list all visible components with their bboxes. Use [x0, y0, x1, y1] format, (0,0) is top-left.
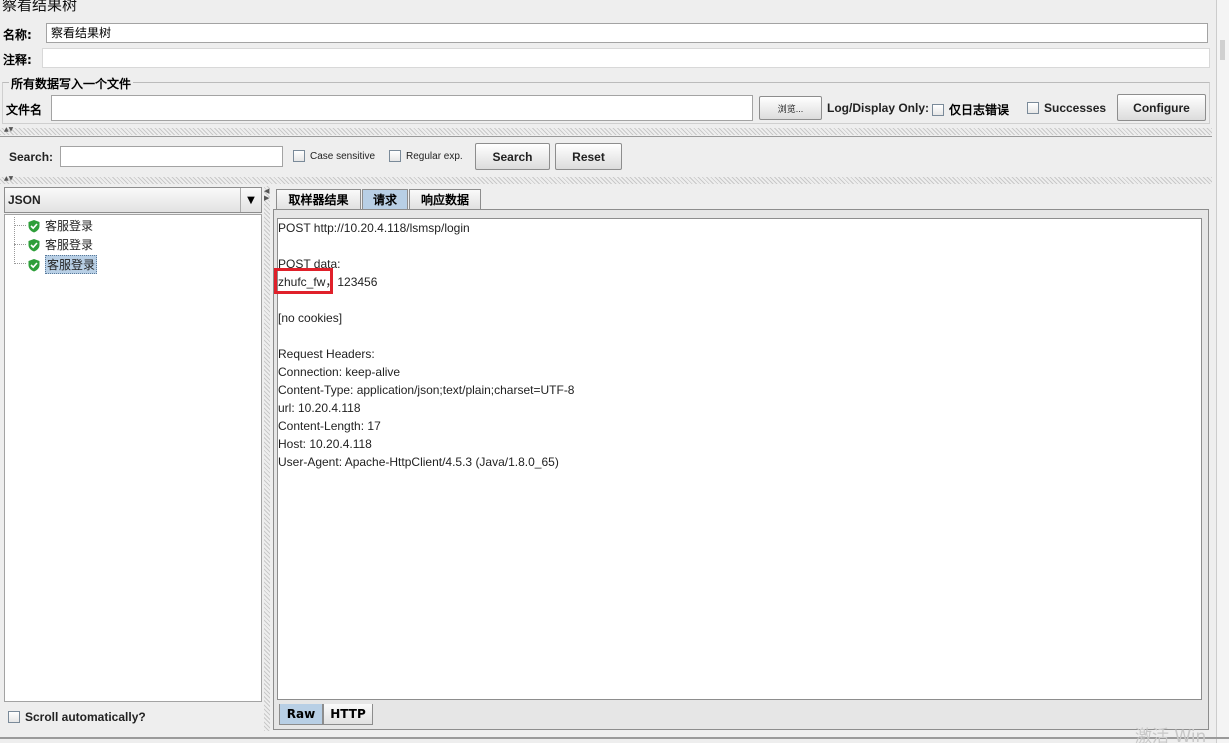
splitter-arrows-icon-3[interactable]: ◀ ▶ — [264, 188, 269, 202]
errors-checkbox[interactable]: 仅日志错误 — [932, 101, 1009, 118]
regex-checkbox[interactable]: Regular exp. — [389, 150, 463, 162]
configure-button[interactable]: Configure — [1117, 94, 1206, 121]
middle-splitter[interactable] — [0, 177, 1212, 184]
request-text-area[interactable]: POST http://10.20.4.118/lsmsp/login POST … — [274, 218, 1202, 700]
browse-button[interactable]: 浏览... — [759, 96, 822, 120]
request-line: Content-Type: application/json;text/plai… — [278, 383, 575, 397]
success-shield-icon — [28, 219, 40, 232]
splitter-arrows-icon-2[interactable]: ▲▼ — [4, 176, 13, 182]
file-section-legend: 所有数据写入一个文件 — [9, 75, 134, 92]
tree-item-label: 客服登录 — [45, 219, 94, 233]
tab-sampler-result[interactable]: 取样器结果 — [276, 189, 361, 209]
tab-response-data[interactable]: 响应数据 — [409, 189, 481, 209]
request-line: [no cookies] — [278, 311, 343, 325]
scroll-auto-checkbox[interactable]: Scroll automatically? — [8, 710, 146, 724]
scrollbar[interactable] — [1216, 0, 1229, 743]
tree-item-selected[interactable]: 客服登录 — [27, 255, 98, 274]
bottom-border — [0, 737, 1229, 739]
tree-item[interactable]: 客服登录 — [27, 236, 93, 253]
tree-item[interactable]: 客服登录 — [27, 217, 93, 234]
renderer-select[interactable]: JSON ▼ — [4, 187, 262, 213]
successes-checkbox-label: Successes — [1044, 101, 1107, 115]
name-input[interactable]: 察看结果树 — [46, 23, 1208, 43]
page-title: 察看结果树 — [2, 0, 78, 14]
tree-line — [14, 244, 26, 245]
filename-input[interactable] — [51, 95, 753, 121]
scroll-auto-box[interactable] — [8, 711, 20, 723]
results-tree[interactable]: 客服登录 客服登录 客服登录 — [4, 214, 262, 702]
divider — [0, 136, 1212, 137]
reset-button[interactable]: Reset — [555, 143, 622, 170]
tree-line — [14, 263, 26, 264]
renderer-select-value: JSON — [8, 193, 41, 207]
tree-item-label: 客服登录 — [45, 238, 94, 252]
case-sensitive-label: Case sensitive — [310, 150, 376, 162]
tab-request[interactable]: 请求 — [362, 189, 408, 209]
tree-line — [14, 225, 26, 226]
scrollbar-thumb[interactable] — [1220, 40, 1225, 60]
request-line: url: 10.20.4.118 — [278, 401, 361, 415]
log-display-label: Log/Display Only: — [827, 101, 930, 115]
search-label: Search: — [9, 150, 54, 164]
case-sensitive-box[interactable] — [293, 150, 305, 162]
regex-box[interactable] — [389, 150, 401, 162]
errors-checkbox-box[interactable] — [932, 103, 944, 116]
tree-item-label: 客服登录 — [45, 255, 98, 274]
filename-label: 文件名 — [6, 103, 43, 117]
request-line: Connection: keep-alive — [278, 365, 401, 379]
search-button[interactable]: Search — [475, 143, 550, 170]
success-shield-icon — [28, 258, 40, 271]
request-line: Host: 10.20.4.118 — [278, 437, 372, 451]
request-line: Request Headers: — [278, 347, 375, 361]
splitter-arrows-icon[interactable]: ▲▼ — [4, 127, 13, 133]
highlight-box — [274, 268, 333, 294]
request-line: Content-Length: 17 — [278, 419, 381, 433]
watermark: 激活 Win — [1135, 727, 1207, 743]
case-sensitive-checkbox[interactable]: Case sensitive — [293, 150, 375, 162]
success-shield-icon — [28, 238, 40, 251]
top-splitter[interactable] — [0, 128, 1212, 135]
successes-checkbox[interactable]: Successes — [1027, 101, 1106, 115]
request-line: User-Agent: Apache-HttpClient/4.5.3 (Jav… — [278, 455, 559, 469]
scroll-auto-label: Scroll automatically? — [25, 710, 146, 724]
name-label: 名称: — [3, 28, 32, 42]
chevron-down-icon[interactable]: ▼ — [240, 188, 261, 212]
tab-raw[interactable]: Raw — [279, 704, 323, 725]
successes-checkbox-box[interactable] — [1027, 102, 1039, 114]
tab-http[interactable]: HTTP — [323, 704, 373, 725]
request-line: POST http://10.20.4.118/lsmsp/login — [278, 221, 470, 235]
vertical-splitter[interactable] — [264, 186, 270, 731]
regex-label: Regular exp. — [406, 150, 463, 162]
search-input[interactable] — [60, 146, 283, 167]
comment-input[interactable] — [42, 48, 1210, 68]
comment-label: 注释: — [3, 53, 32, 67]
errors-checkbox-label: 仅日志错误 — [949, 103, 1010, 117]
